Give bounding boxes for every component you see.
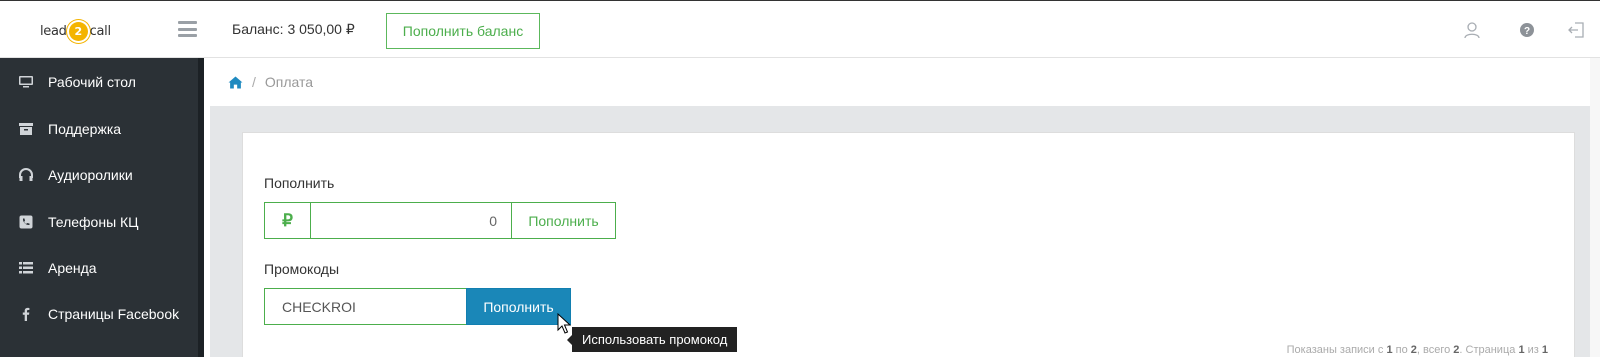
pager-pages: 1 — [1541, 344, 1548, 356]
topup-button[interactable]: Пополнить — [511, 203, 615, 238]
svg-text:?: ? — [1524, 26, 1530, 37]
sidebar: Рабочий стол Поддержка Аудиоролики Телеф… — [0, 58, 204, 357]
sidebar-item-facebook[interactable]: Страницы Facebook — [0, 290, 198, 337]
sidebar-item-label: Страницы Facebook — [48, 305, 180, 322]
sidebar-item-label: Рабочий стол — [48, 73, 136, 90]
logout-icon[interactable] — [1567, 21, 1585, 39]
sidebar-item-desktop[interactable]: Рабочий стол — [0, 58, 198, 105]
mouse-cursor-icon — [557, 313, 571, 334]
apply-promo-button[interactable]: Пополнить — [466, 288, 571, 325]
pager-prefix: Показаны записи с — [1286, 344, 1387, 356]
sidebar-item-label: Аренда — [48, 259, 97, 276]
topup-input-group: ₽ Пополнить — [264, 202, 616, 239]
list-icon — [19, 261, 33, 273]
promo-code-input[interactable] — [264, 288, 466, 325]
sidebar-item-phones[interactable]: Телефоны КЦ — [0, 198, 198, 245]
headphones-icon — [19, 167, 33, 181]
breadcrumb: / Оплата — [210, 58, 1600, 106]
pagination-info: Показаны записи с 1 по 2, всего 2. Стран… — [1287, 344, 1548, 356]
pager-of-word: из — [1524, 344, 1542, 356]
user-icon[interactable] — [1463, 21, 1481, 39]
ruble-icon: ₽ — [265, 203, 311, 238]
phone-square-icon — [19, 215, 33, 228]
home-icon[interactable] — [228, 75, 243, 89]
archive-icon — [19, 122, 33, 135]
breadcrumb-current: Оплата — [264, 74, 314, 90]
logo[interactable]: lead 2 call — [40, 21, 111, 41]
pager-total-word: , всего — [1416, 344, 1454, 356]
logo-text-left: lead — [40, 23, 67, 39]
amount-input[interactable] — [311, 203, 511, 238]
sidebar-item-rent[interactable]: Аренда — [0, 244, 198, 291]
logo-badge: 2 — [68, 21, 88, 41]
sidebar-item-label: Телефоны КЦ — [48, 213, 139, 230]
promo-tooltip: Использовать промокод — [566, 327, 738, 352]
top-header: lead 2 call Баланс: 3 050,00 ₽ Пополнить… — [0, 0, 1600, 58]
sidebar-item-audio[interactable]: Аудиоролики — [0, 151, 198, 198]
pager-to-word: по — [1392, 344, 1411, 356]
sidebar-item-support[interactable]: Поддержка — [0, 105, 198, 152]
facebook-icon — [22, 307, 30, 321]
help-icon[interactable]: ? — [1518, 21, 1536, 39]
hamburger-icon[interactable] — [178, 21, 197, 37]
sidebar-item-label: Поддержка — [48, 120, 122, 137]
logo-text-right: call — [89, 23, 111, 39]
topup-label: Пополнить — [264, 175, 335, 191]
promo-label: Промокоды — [264, 261, 340, 277]
breadcrumb-separator: / — [252, 74, 256, 90]
monitor-icon — [19, 75, 33, 87]
topup-balance-button[interactable]: Пополнить баланс — [386, 13, 540, 49]
pager-page-word: . Страница — [1459, 344, 1519, 356]
scrollbar[interactable] — [1590, 58, 1600, 357]
promo-input-group: Пополнить — [264, 288, 571, 325]
sidebar-item-label: Аудиоролики — [48, 166, 133, 183]
balance-label: Баланс: 3 050,00 ₽ — [232, 21, 355, 37]
